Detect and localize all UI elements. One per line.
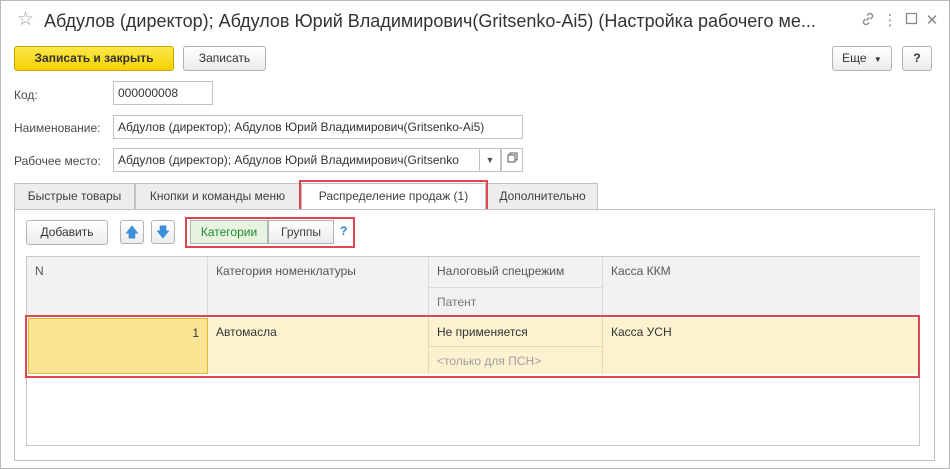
column-header-category[interactable]: Категория номенклатуры: [208, 257, 429, 317]
column-header-tax-regime[interactable]: Налоговый спецрежим: [429, 257, 603, 287]
more-button-label: Еще: [842, 51, 867, 65]
window-title: Абдулов (директор); Абдулов Юрий Владими…: [44, 11, 816, 31]
move-up-icon[interactable]: 🡅: [120, 220, 144, 244]
move-down-icon[interactable]: 🡇: [151, 220, 175, 244]
tab-quick-products[interactable]: Быстрые товары: [14, 183, 135, 209]
workplace-label: Рабочее место:: [14, 154, 101, 168]
tab-sales-distribution[interactable]: Распределение продаж (1): [301, 183, 486, 210]
maximize-icon[interactable]: [902, 12, 920, 30]
column-header-n[interactable]: N: [27, 257, 208, 317]
cell-patent[interactable]: <только для ПСН>: [429, 346, 603, 374]
column-header-cash-register[interactable]: Касса ККМ: [603, 257, 920, 317]
code-field[interactable]: 000000008: [113, 81, 213, 105]
save-and-close-button[interactable]: Записать и закрыть: [14, 46, 174, 71]
close-icon[interactable]: ✕: [923, 12, 941, 30]
help-button[interactable]: ?: [902, 46, 932, 71]
toggle-groups[interactable]: Группы: [268, 220, 334, 244]
name-field[interactable]: Абдулов (директор); Абдулов Юрий Владими…: [113, 115, 523, 139]
cell-tax-regime[interactable]: Не применяется: [429, 318, 603, 346]
open-icon[interactable]: [501, 148, 523, 172]
dropdown-arrow-icon[interactable]: ▼: [479, 148, 501, 172]
name-label: Наименование:: [14, 121, 101, 135]
save-button[interactable]: Записать: [183, 46, 266, 71]
cell-cash-register[interactable]: Касса УСН: [603, 318, 920, 374]
add-button[interactable]: Добавить: [26, 220, 108, 245]
toggle-categories[interactable]: Категории: [190, 220, 268, 244]
cell-n[interactable]: 1: [28, 318, 208, 374]
tab-buttons-commands[interactable]: Кнопки и команды меню: [135, 183, 300, 209]
title-bar: ☆ Абдулов (директор); Абдулов Юрий Влади…: [1, 1, 949, 41]
star-icon[interactable]: ☆: [17, 9, 34, 31]
more-icon[interactable]: ⋮: [881, 12, 899, 30]
link-icon[interactable]: [859, 12, 877, 30]
cell-category[interactable]: Автомасла: [208, 318, 429, 374]
workplace-field[interactable]: Абдулов (директор); Абдулов Юрий Владими…: [113, 148, 480, 172]
column-header-patent[interactable]: Патент: [429, 287, 603, 317]
more-button[interactable]: Еще ▼: [832, 46, 892, 71]
distribution-table: N Категория номенклатуры Налоговый спецр…: [26, 256, 920, 446]
form-window: ☆ Абдулов (директор); Абдулов Юрий Влади…: [0, 0, 950, 469]
chevron-down-icon: ▼: [873, 55, 882, 64]
code-label: Код:: [14, 88, 38, 102]
tab-additional[interactable]: Дополнительно: [487, 183, 598, 209]
help-link[interactable]: ?: [340, 224, 347, 238]
